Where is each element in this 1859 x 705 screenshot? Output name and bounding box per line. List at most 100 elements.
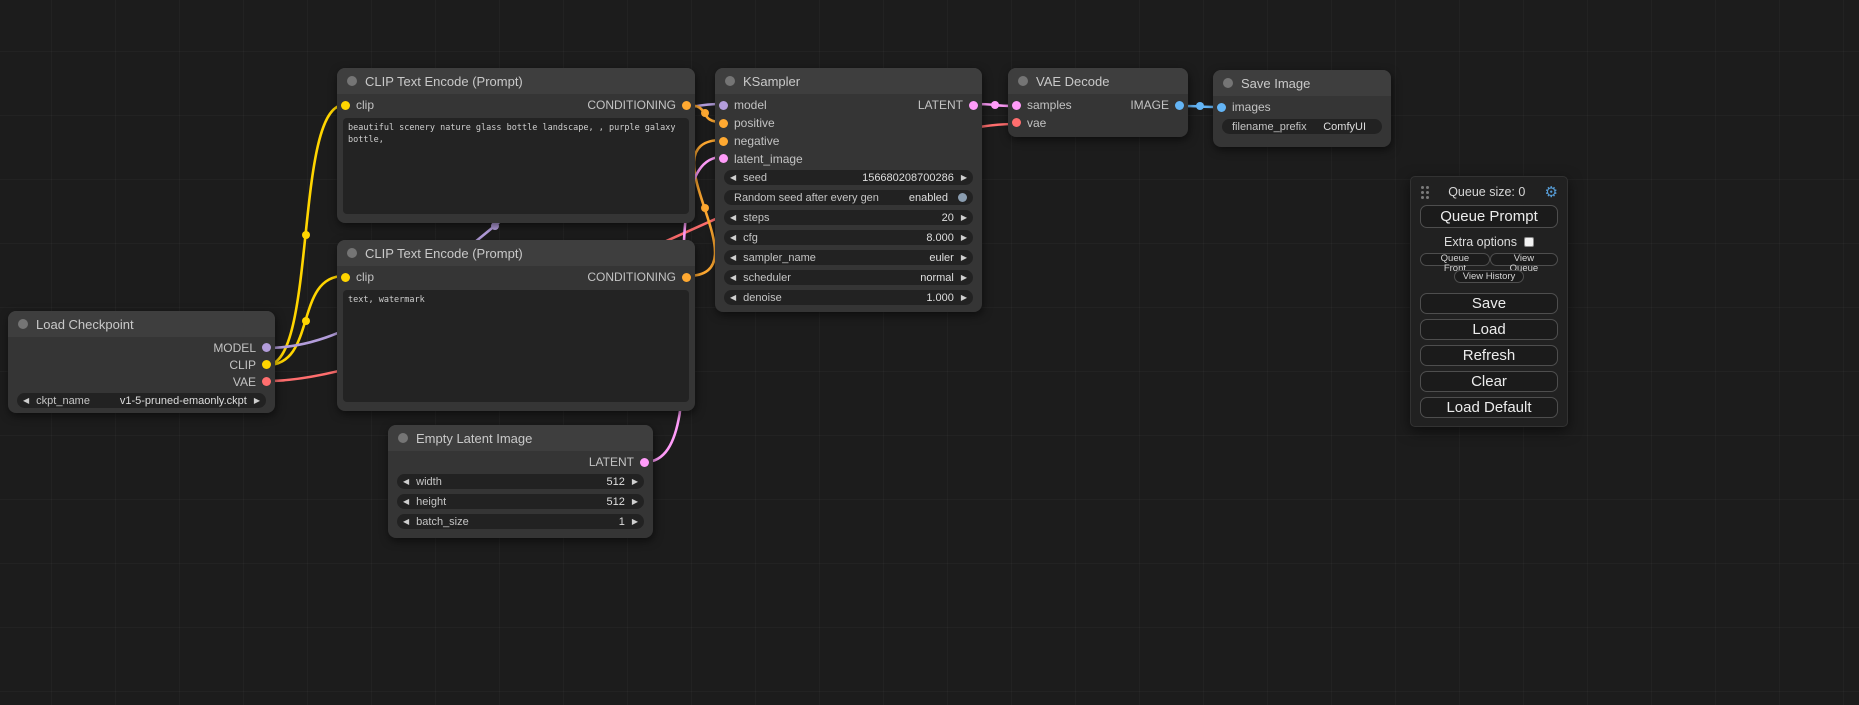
collapse-dot-icon[interactable] xyxy=(347,248,357,258)
vae-input-dot[interactable] xyxy=(1012,118,1021,127)
model-input-dot[interactable] xyxy=(719,101,728,110)
extra-options-label: Extra options xyxy=(1444,235,1517,249)
node-load-checkpoint[interactable]: Load Checkpoint MODEL CLIP VAE ◀ ckpt_na… xyxy=(8,311,275,413)
arrow-left-icon[interactable]: ◀ xyxy=(403,478,409,486)
node-vae-decode[interactable]: VAE Decode samples IMAGE vae xyxy=(1008,68,1188,137)
node-title-bar[interactable]: CLIP Text Encode (Prompt) xyxy=(337,68,695,94)
positive-prompt-textarea[interactable]: beautiful scenery nature glass bottle la… xyxy=(343,118,689,214)
arrow-left-icon[interactable]: ◀ xyxy=(730,254,736,262)
arrow-right-icon[interactable]: ▶ xyxy=(254,397,260,405)
refresh-button[interactable]: Refresh xyxy=(1420,345,1558,366)
view-history-button[interactable]: View History xyxy=(1454,270,1525,283)
input-slot-clip: clip xyxy=(341,270,374,284)
arrow-right-icon[interactable]: ▶ xyxy=(961,254,967,262)
positive-input-dot[interactable] xyxy=(719,119,728,128)
latent-output-dot[interactable] xyxy=(969,101,978,110)
node-title-bar[interactable]: KSampler xyxy=(715,68,982,94)
output-slot-vae: VAE xyxy=(8,373,275,390)
arrow-right-icon[interactable]: ▶ xyxy=(632,498,638,506)
conditioning-output-dot[interactable] xyxy=(682,273,691,282)
clip-input-dot[interactable] xyxy=(341,273,350,282)
node-clip-text-encode-negative[interactable]: CLIP Text Encode (Prompt) clip CONDITION… xyxy=(337,240,695,411)
collapse-dot-icon[interactable] xyxy=(18,319,28,329)
view-queue-button[interactable]: View Queue xyxy=(1490,253,1558,266)
ckpt-name-widget[interactable]: ◀ ckpt_name v1-5-pruned-emaonly.ckpt ▶ xyxy=(17,393,266,408)
load-button[interactable]: Load xyxy=(1420,319,1558,340)
collapse-dot-icon[interactable] xyxy=(725,76,735,86)
node-save-image[interactable]: Save Image images filename_prefix ComfyU… xyxy=(1213,70,1391,147)
arrow-left-icon[interactable]: ◀ xyxy=(730,174,736,182)
queue-size-label: Queue size: 0 xyxy=(1429,185,1545,199)
arrow-right-icon[interactable]: ▶ xyxy=(961,274,967,282)
image-output-dot[interactable] xyxy=(1175,101,1184,110)
height-widget[interactable]: ◀ height 512 ▶ xyxy=(397,494,644,509)
input-slot-vae: vae xyxy=(1008,114,1188,131)
steps-widget[interactable]: ◀ steps 20 ▶ xyxy=(724,210,973,225)
node-title: Load Checkpoint xyxy=(36,317,134,332)
arrow-left-icon[interactable]: ◀ xyxy=(730,234,736,242)
node-empty-latent-image[interactable]: Empty Latent Image LATENT ◀ width 512 ▶ … xyxy=(388,425,653,538)
node-title-bar[interactable]: Load Checkpoint xyxy=(8,311,275,337)
width-widget[interactable]: ◀ width 512 ▶ xyxy=(397,474,644,489)
extra-options-checkbox[interactable] xyxy=(1524,237,1534,247)
queue-front-button[interactable]: Queue Front xyxy=(1420,253,1490,266)
input-slot-positive: positive xyxy=(715,114,982,132)
conditioning-output-dot[interactable] xyxy=(682,101,691,110)
collapse-dot-icon[interactable] xyxy=(347,76,357,86)
denoise-widget[interactable]: ◀ denoise 1.000 ▶ xyxy=(724,290,973,305)
collapse-dot-icon[interactable] xyxy=(398,433,408,443)
node-title: CLIP Text Encode (Prompt) xyxy=(365,246,523,261)
arrow-left-icon[interactable]: ◀ xyxy=(730,274,736,282)
load-default-button[interactable]: Load Default xyxy=(1420,397,1558,418)
vae-output-dot[interactable] xyxy=(262,377,271,386)
seed-widget[interactable]: ◀ seed 156680208700286 ▶ xyxy=(724,170,973,185)
clear-button[interactable]: Clear xyxy=(1420,371,1558,392)
arrow-left-icon[interactable]: ◀ xyxy=(403,498,409,506)
sampler-name-widget[interactable]: ◀ sampler_name euler ▶ xyxy=(724,250,973,265)
latent-output-dot[interactable] xyxy=(640,458,649,467)
input-slot-clip: clip xyxy=(341,98,374,112)
input-slot-images: images xyxy=(1213,98,1391,116)
arrow-right-icon[interactable]: ▶ xyxy=(632,478,638,486)
arrow-right-icon[interactable]: ▶ xyxy=(961,174,967,182)
arrow-left-icon[interactable]: ◀ xyxy=(730,214,736,222)
clip-input-dot[interactable] xyxy=(341,101,350,110)
toggle-indicator-icon[interactable] xyxy=(958,193,967,202)
model-output-dot[interactable] xyxy=(262,343,271,352)
drag-handle-icon[interactable] xyxy=(1420,185,1429,199)
node-title-bar[interactable]: Save Image xyxy=(1213,70,1391,96)
node-title: VAE Decode xyxy=(1036,74,1109,89)
latent-image-input-dot[interactable] xyxy=(719,154,728,163)
output-slot-conditioning: CONDITIONING xyxy=(587,98,691,112)
collapse-dot-icon[interactable] xyxy=(1223,78,1233,88)
arrow-left-icon[interactable]: ◀ xyxy=(23,397,29,405)
settings-gear-icon[interactable]: ⚙ xyxy=(1545,185,1558,200)
node-title: Empty Latent Image xyxy=(416,431,532,446)
arrow-right-icon[interactable]: ▶ xyxy=(632,518,638,526)
arrow-right-icon[interactable]: ▶ xyxy=(961,214,967,222)
queue-prompt-button[interactable]: Queue Prompt xyxy=(1420,205,1558,228)
node-title-bar[interactable]: Empty Latent Image xyxy=(388,425,653,451)
negative-input-dot[interactable] xyxy=(719,137,728,146)
arrow-left-icon[interactable]: ◀ xyxy=(730,294,736,302)
filename-prefix-widget[interactable]: filename_prefix ComfyUI xyxy=(1222,119,1382,134)
node-title-bar[interactable]: CLIP Text Encode (Prompt) xyxy=(337,240,695,266)
arrow-right-icon[interactable]: ▶ xyxy=(961,294,967,302)
node-ksampler[interactable]: KSampler model LATENT positive negative … xyxy=(715,68,982,312)
collapse-dot-icon[interactable] xyxy=(1018,76,1028,86)
output-slot-model: MODEL xyxy=(8,339,275,356)
arrow-right-icon[interactable]: ▶ xyxy=(961,234,967,242)
node-title: CLIP Text Encode (Prompt) xyxy=(365,74,523,89)
arrow-left-icon[interactable]: ◀ xyxy=(403,518,409,526)
node-title-bar[interactable]: VAE Decode xyxy=(1008,68,1188,94)
save-button[interactable]: Save xyxy=(1420,293,1558,314)
negative-prompt-textarea[interactable]: text, watermark xyxy=(343,290,689,402)
scheduler-widget[interactable]: ◀ scheduler normal ▶ xyxy=(724,270,973,285)
node-clip-text-encode-positive[interactable]: CLIP Text Encode (Prompt) clip CONDITION… xyxy=(337,68,695,223)
clip-output-dot[interactable] xyxy=(262,360,271,369)
batch-size-widget[interactable]: ◀ batch_size 1 ▶ xyxy=(397,514,644,529)
samples-input-dot[interactable] xyxy=(1012,101,1021,110)
random-seed-toggle-widget[interactable]: Random seed after every gen enabled xyxy=(724,190,973,205)
images-input-dot[interactable] xyxy=(1217,103,1226,112)
cfg-widget[interactable]: ◀ cfg 8.000 ▶ xyxy=(724,230,973,245)
